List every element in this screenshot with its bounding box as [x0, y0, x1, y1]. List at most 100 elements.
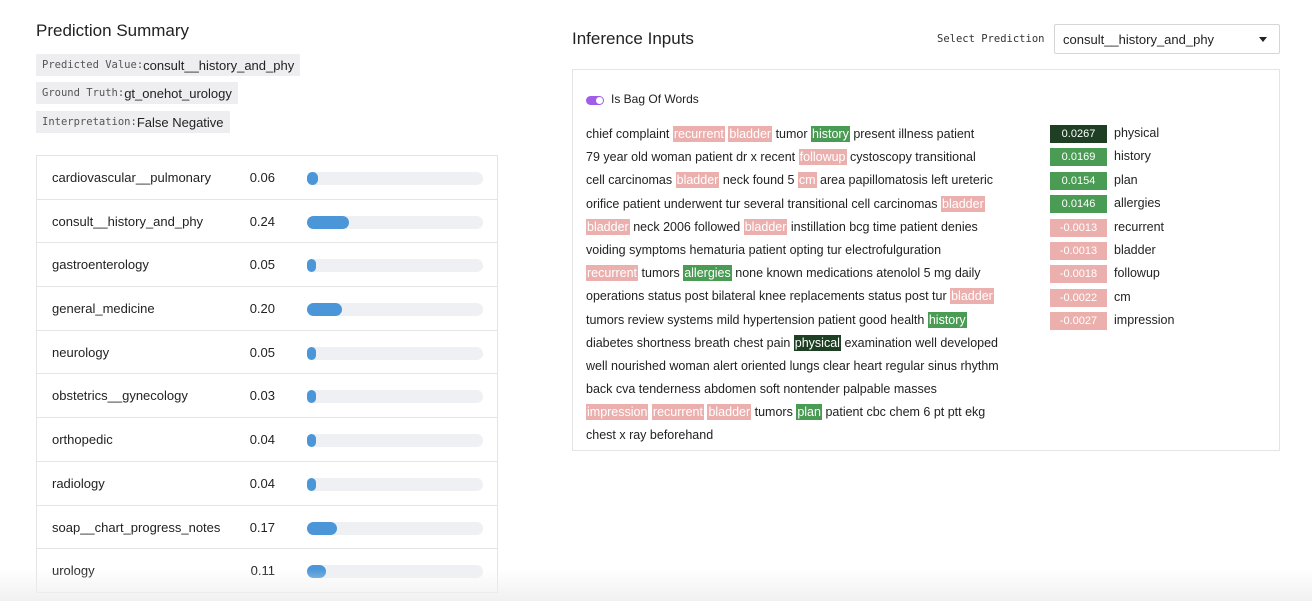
plain-text: chief complaint: [586, 127, 670, 141]
class-label: radiology: [52, 475, 105, 491]
highlighted-token: recurrent: [586, 265, 639, 282]
class-label: neurology: [52, 344, 110, 360]
ground-truth-value: gt_onehot_urology: [124, 85, 232, 101]
class-label: cardiovascular__pulmonary: [52, 170, 211, 185]
highlighted-token: recurrent: [651, 404, 704, 421]
attribution-row: -0.0018 followup: [1050, 264, 1250, 287]
probability-bar-fill: [307, 172, 318, 185]
text-line: recurrent tumors allergies none known me…: [586, 263, 1036, 286]
probability-value: 0.03: [249, 388, 275, 404]
text-line: back cva tenderness abdomen soft nontend…: [586, 379, 1036, 402]
class-label: general_medicine: [52, 301, 155, 317]
highlighted-token: bladder: [941, 195, 985, 212]
highlighted-token: physical: [793, 334, 841, 351]
text-line: voiding symptoms hematuria patient optin…: [586, 240, 1036, 263]
prediction-select[interactable]: consult__history_and_phy: [1054, 24, 1280, 54]
attribution-row: 0.0146 allergies: [1050, 194, 1250, 217]
probability-bar-track: [307, 390, 483, 404]
plain-text: well nourished woman alert oriented lung…: [586, 358, 999, 373]
probability-row: radiology 0.04: [37, 462, 497, 506]
text-line: diabetes shortness breath chest pain phy…: [586, 333, 1036, 356]
plain-text: tumors: [641, 266, 680, 281]
probability-bar-track: [307, 215, 483, 229]
highlighted-token: history: [927, 311, 967, 328]
plain-text: neck 2006 followed: [633, 219, 741, 234]
highlighted-token: bladder: [743, 218, 788, 235]
probability-bar-fill: [307, 303, 342, 317]
probability-bar-track: [307, 303, 483, 317]
highlighted-token: impression: [586, 404, 649, 421]
class-label: obstetrics__gynecology: [52, 388, 188, 404]
probability-row: obstetrics__gynecology 0.03: [37, 374, 497, 419]
attribution-score: -0.0013: [1050, 241, 1107, 260]
bag-of-words-toggle[interactable]: [586, 96, 604, 105]
prediction-select-value: consult__history_and_phy: [1063, 32, 1215, 47]
attribution-row: 0.0169 history: [1050, 147, 1250, 170]
interpretation-value: False Negative: [136, 114, 224, 130]
plain-text: cell carcinomas: [586, 173, 673, 188]
attribution-score: -0.0018: [1050, 265, 1107, 284]
interpretation-tag: Interpretation: False Negative: [36, 111, 230, 133]
highlighted-token: allergies: [683, 265, 732, 282]
highlighted-text: chief complaint recurrent bladder tumor …: [586, 124, 1036, 449]
text-line: well nourished woman alert oriented lung…: [586, 356, 1036, 379]
probability-bar-track: [307, 521, 483, 535]
probability-bar-fill: [307, 215, 349, 229]
attribution-score: -0.0027: [1050, 312, 1107, 331]
attribution-score: 0.0267: [1050, 125, 1107, 143]
plain-text: none known medications atenolol 5 mg dai…: [735, 266, 981, 281]
highlighted-token: bladder: [586, 218, 630, 235]
highlighted-token: history: [811, 126, 850, 142]
plain-text: tumors: [754, 405, 793, 420]
plain-text: tumor: [775, 127, 808, 141]
attribution-score: 0.0146: [1050, 195, 1107, 214]
attribution-score: 0.0169: [1050, 148, 1107, 167]
attribution-word: impression: [1114, 313, 1175, 328]
probability-bar-track: [307, 259, 483, 273]
probability-bar-track: [307, 172, 483, 185]
class-label: consult__history_and_phy: [52, 213, 204, 229]
plain-text: chest x ray beforehand: [586, 428, 714, 443]
predicted-value-tag: Predicted Value: consult__history_and_phy: [36, 54, 301, 76]
probability-bar-track: [307, 477, 483, 491]
probability-bar-fill: [307, 390, 316, 404]
plain-text: operations status post bilateral knee re…: [586, 289, 947, 304]
attribution-word: physical: [1114, 126, 1160, 140]
attribution-row: -0.0027 impression: [1050, 311, 1250, 334]
text-line: chief complaint recurrent bladder tumor …: [586, 124, 1036, 147]
plain-text: examination well developed: [844, 335, 999, 350]
highlighted-token: recurrent: [672, 126, 725, 142]
plain-text: voiding symptoms hematuria patient optin…: [586, 242, 942, 257]
probability-value: 0.24: [249, 213, 275, 229]
plain-text: 79 year old woman patient dr x recent: [586, 150, 796, 165]
attribution-word: recurrent: [1114, 219, 1165, 234]
plain-text: patient cbc chem 6 pt ptt ekg: [825, 405, 986, 420]
plain-text: neck found 5: [722, 173, 795, 188]
probability-bar-fill: [307, 477, 316, 491]
plain-text: orifice patient underwent tur several tr…: [586, 196, 938, 211]
attribution-score: 0.0154: [1050, 171, 1107, 190]
plain-text: present illness patient: [853, 127, 975, 141]
highlighted-token: bladder: [675, 172, 720, 189]
highlighted-token: bladder: [707, 404, 752, 421]
probability-value: 0.06: [249, 170, 275, 185]
class-label: soap__chart_progress_notes: [52, 519, 221, 535]
probability-bar-fill: [307, 259, 316, 273]
attribution-word: allergies: [1114, 196, 1161, 211]
probability-bar-track: [307, 346, 483, 360]
attribution-row: 0.0154 plan: [1050, 171, 1250, 194]
plain-text: diabetes shortness breath chest pain: [586, 335, 791, 350]
attribution-row: -0.0013 bladder: [1050, 241, 1250, 264]
probability-value: 0.20: [249, 301, 275, 317]
probability-row: neurology 0.05: [37, 331, 497, 375]
attribution-word: followup: [1114, 266, 1160, 281]
class-label: orthopedic: [52, 432, 113, 448]
attribution-word: cm: [1114, 289, 1131, 304]
attribution-row: 0.0267 physical: [1050, 124, 1250, 147]
plain-text: area papillomatosis left ureteric: [820, 173, 994, 188]
text-line: orifice patient underwent tur several tr…: [586, 194, 1036, 217]
inference-inputs-title: Inference Inputs: [572, 29, 694, 48]
probability-row: cardiovascular__pulmonary 0.06: [37, 156, 497, 200]
prediction-summary-title: Prediction Summary: [36, 21, 190, 40]
probability-row: soap__chart_progress_notes 0.17: [37, 506, 497, 550]
